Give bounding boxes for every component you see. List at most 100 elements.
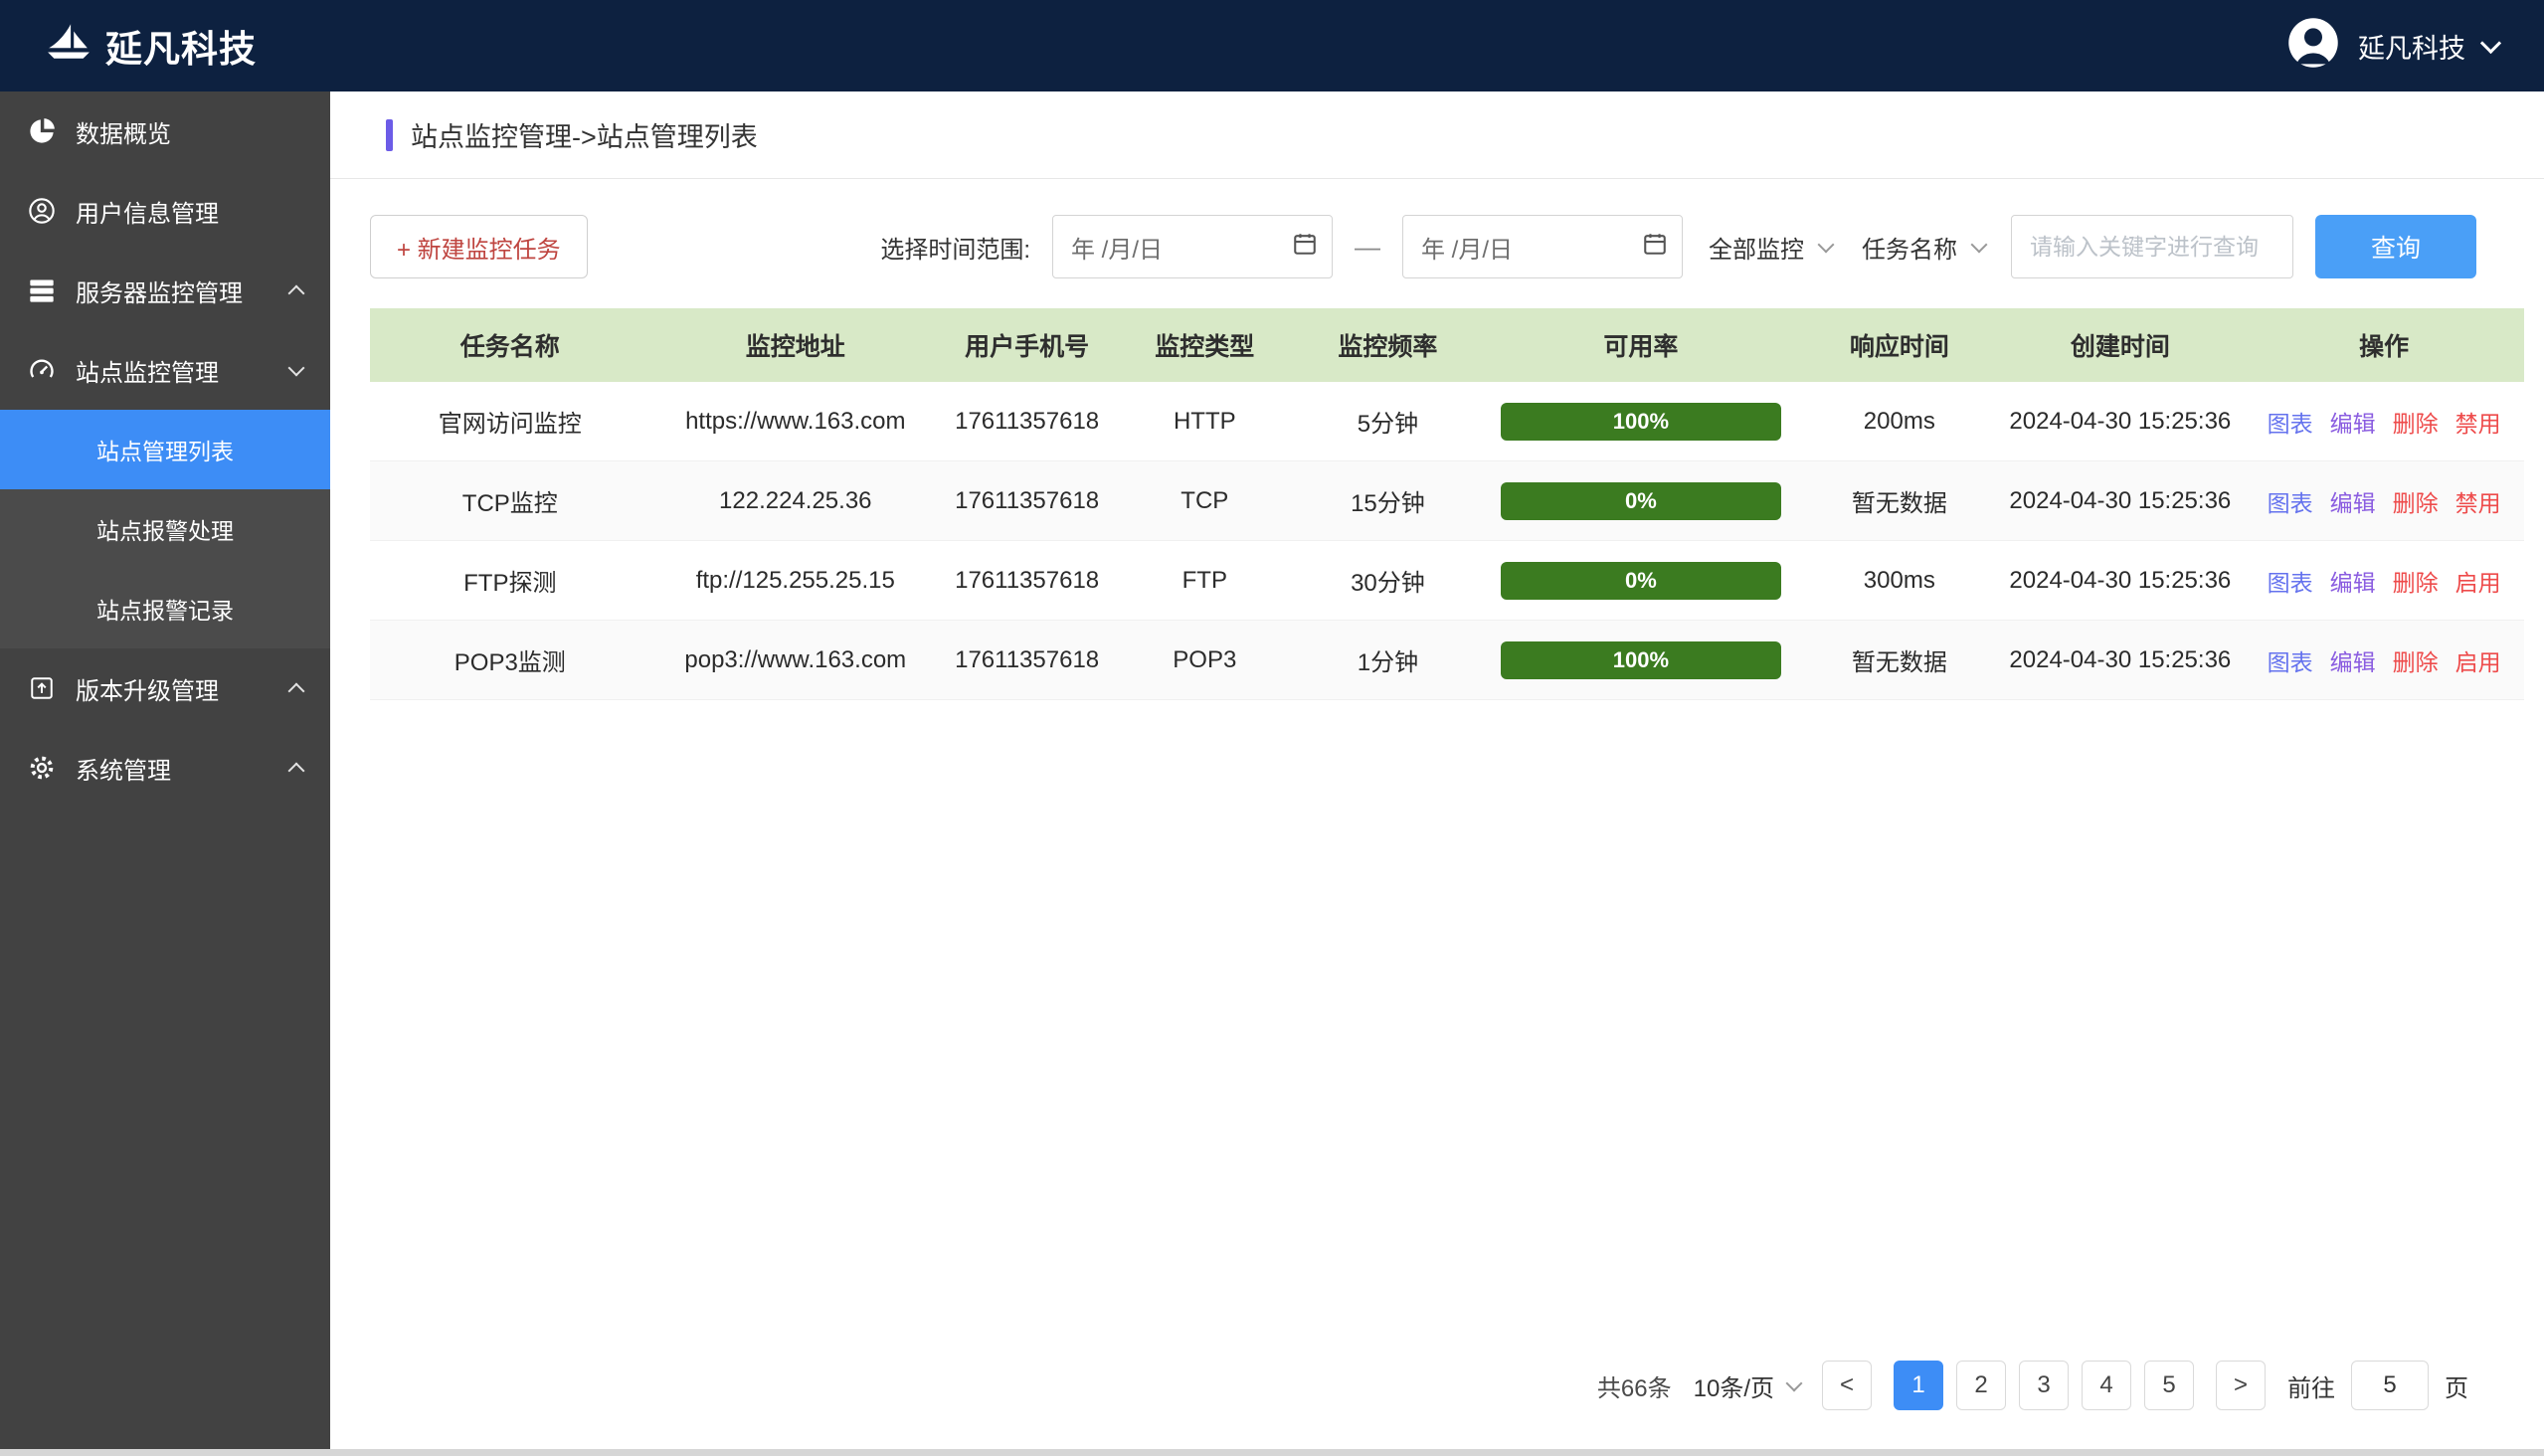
chevron-down-icon (2480, 33, 2501, 54)
brand-name: 延凡科技 (105, 19, 257, 73)
goto-page: 前往 页 (2287, 1361, 2468, 1410)
chevron-up-icon (288, 683, 305, 700)
chart-link[interactable]: 图表 (2268, 405, 2313, 439)
edit-link[interactable]: 编辑 (2330, 484, 2376, 518)
cell-url: pop3://www.163.com (650, 646, 941, 674)
col-actions: 操作 (2244, 327, 2524, 363)
horizontal-scrollbar[interactable] (0, 1449, 2544, 1456)
cell-url: ftp://125.255.25.15 (650, 567, 941, 595)
task-name-select[interactable]: 任务名称 (1858, 230, 1989, 265)
content: + 新建监控任务 选择时间范围: 年 /月/日 — 年 /月/日 (330, 179, 2544, 1456)
next-page-button[interactable]: > (2216, 1361, 2266, 1410)
sidebar-subitem-alarm-record[interactable]: 站点报警记录 (0, 569, 330, 648)
time-range-label: 选择时间范围: (880, 230, 1030, 265)
cell-frequency: 15分钟 (1296, 483, 1479, 518)
user-icon (26, 195, 58, 227)
chart-link[interactable]: 图表 (2268, 484, 2313, 518)
toggle-link[interactable]: 禁用 (2455, 405, 2501, 439)
query-button[interactable]: 查询 (2315, 215, 2476, 278)
monitor-type-value: 全部监控 (1709, 230, 1804, 265)
chevron-down-icon (1786, 1374, 1803, 1391)
delete-link[interactable]: 删除 (2393, 484, 2439, 518)
toggle-link[interactable]: 启用 (2455, 564, 2501, 598)
edit-link[interactable]: 编辑 (2330, 405, 2376, 439)
chart-link[interactable]: 图表 (2268, 564, 2313, 598)
server-icon (26, 274, 58, 306)
sidebar-item-label: 系统管理 (76, 751, 273, 786)
chevron-up-icon (288, 763, 305, 780)
breadcrumb-bar: 站点监控管理->站点管理列表 (330, 91, 2544, 179)
prev-page-button[interactable]: < (1822, 1361, 1872, 1410)
sidebar-item-site-monitor[interactable]: 站点监控管理 (0, 330, 330, 410)
page-button-3[interactable]: 3 (2019, 1361, 2069, 1410)
pagination: 共66条 10条/页 < 1 2 3 4 5 > 前往 页 (370, 1361, 2524, 1410)
brand-logo-icon (46, 22, 91, 71)
gear-icon (26, 752, 58, 784)
sidebar-item-label: 服务器监控管理 (76, 273, 273, 308)
col-phone: 用户手机号 (941, 327, 1113, 363)
cell-frequency: 1分钟 (1296, 642, 1479, 677)
page-size-value: 10条/页 (1694, 1368, 1774, 1403)
page-button-1[interactable]: 1 (1894, 1361, 1943, 1410)
cell-type: POP3 (1113, 646, 1296, 674)
page-button-4[interactable]: 4 (2082, 1361, 2131, 1410)
date-start-input[interactable]: 年 /月/日 (1052, 215, 1333, 278)
goto-page-input[interactable] (2351, 1361, 2429, 1410)
page-button-2[interactable]: 2 (1956, 1361, 2006, 1410)
col-task-name: 任务名称 (370, 327, 650, 363)
search-input[interactable] (2011, 215, 2293, 278)
edit-link[interactable]: 编辑 (2330, 564, 2376, 598)
page-size-select[interactable]: 10条/页 (1694, 1368, 1800, 1403)
sidebar-item-system-manage[interactable]: 系统管理 (0, 728, 330, 808)
topbar: 延凡科技 延凡科技 (0, 0, 2544, 91)
cell-availability: 0% (1479, 562, 1802, 600)
gauge-icon (26, 354, 58, 386)
chevron-down-icon (288, 359, 305, 376)
user-menu[interactable]: 延凡科技 (2286, 16, 2498, 77)
page-button-5[interactable]: 5 (2144, 1361, 2194, 1410)
new-task-button[interactable]: + 新建监控任务 (370, 215, 588, 278)
cell-response: 300ms (1802, 567, 1996, 595)
sidebar-item-label: 用户信息管理 (76, 194, 306, 229)
sidebar-item-version-upgrade[interactable]: 版本升级管理 (0, 648, 330, 728)
table-row: POP3监测 pop3://www.163.com 17611357618 PO… (370, 621, 2524, 700)
cell-frequency: 30分钟 (1296, 563, 1479, 598)
cell-response: 暂无数据 (1802, 642, 1996, 677)
table-row: TCP监控 122.224.25.36 17611357618 TCP 15分钟… (370, 461, 2524, 541)
monitor-type-select[interactable]: 全部监控 (1705, 230, 1836, 265)
delete-link[interactable]: 删除 (2393, 643, 2439, 677)
brand: 延凡科技 (46, 19, 257, 73)
toggle-link[interactable]: 禁用 (2455, 484, 2501, 518)
col-response: 响应时间 (1802, 327, 1996, 363)
cell-url: 122.224.25.36 (650, 487, 941, 515)
chart-link[interactable]: 图表 (2268, 643, 2313, 677)
cell-created: 2024-04-30 15:25:36 (1996, 487, 2244, 515)
toggle-link[interactable]: 启用 (2455, 643, 2501, 677)
delete-link[interactable]: 删除 (2393, 405, 2439, 439)
cell-task-name: POP3监测 (370, 642, 650, 677)
cell-frequency: 5分钟 (1296, 404, 1479, 439)
cell-created: 2024-04-30 15:25:36 (1996, 646, 2244, 674)
sidebar-item-data-overview[interactable]: 数据概览 (0, 91, 330, 171)
table-header: 任务名称 监控地址 用户手机号 监控类型 监控频率 可用率 响应时间 创建时间 … (370, 308, 2524, 382)
cell-phone: 17611357618 (941, 408, 1113, 436)
sidebar-item-user-info[interactable]: 用户信息管理 (0, 171, 330, 251)
goto-label: 前往 (2287, 1368, 2335, 1403)
cell-phone: 17611357618 (941, 487, 1113, 515)
sidebar-item-label: 站点监控管理 (76, 353, 273, 388)
cell-actions: 图表 编辑 删除 禁用 (2244, 405, 2524, 439)
cell-response: 暂无数据 (1802, 483, 1996, 518)
sidebar-subitem-alarm-handle[interactable]: 站点报警处理 (0, 489, 330, 569)
sidebar-subitem-site-list[interactable]: 站点管理列表 (0, 410, 330, 489)
toolbar: + 新建监控任务 选择时间范围: 年 /月/日 — 年 /月/日 (370, 215, 2524, 278)
edit-link[interactable]: 编辑 (2330, 643, 2376, 677)
col-type: 监控类型 (1113, 327, 1296, 363)
pie-chart-icon (26, 115, 58, 147)
sidebar-item-server-monitor[interactable]: 服务器监控管理 (0, 251, 330, 330)
delete-link[interactable]: 删除 (2393, 564, 2439, 598)
cell-type: HTTP (1113, 408, 1296, 436)
table-row: 官网访问监控 https://www.163.com 17611357618 H… (370, 382, 2524, 461)
sidebar: 数据概览 用户信息管理 服务器监控管理 站点监控管理 站点管理列表 站点报警处理 (0, 91, 330, 1456)
table-row: FTP探测 ftp://125.255.25.15 17611357618 FT… (370, 541, 2524, 621)
date-end-input[interactable]: 年 /月/日 (1402, 215, 1683, 278)
